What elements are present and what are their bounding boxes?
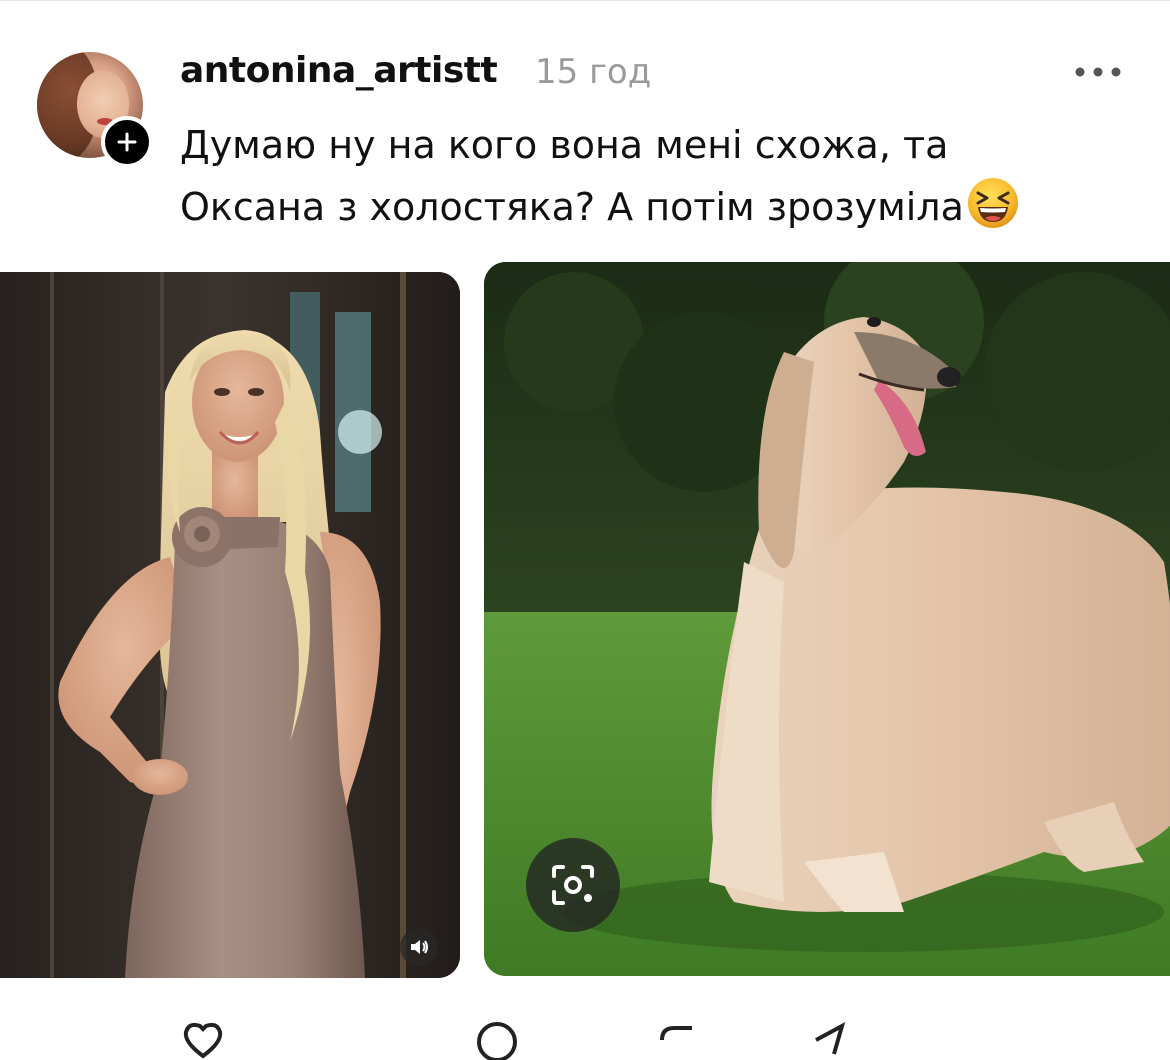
post-timestamp: 15 год (535, 52, 652, 92)
visual-search-button[interactable] (526, 838, 620, 932)
sound-toggle-button[interactable] (400, 928, 438, 966)
comment-icon[interactable] (474, 1020, 520, 1060)
speaker-icon (411, 940, 428, 954)
visual-search-icon (552, 865, 594, 905)
plus-icon (117, 132, 137, 152)
author-avatar-container[interactable] (37, 52, 153, 168)
post-media-image-1[interactable] (0, 272, 460, 978)
follow-button[interactable] (101, 116, 153, 168)
caption-line-1: Думаю ну на кого вона мені схожа, та (180, 123, 949, 167)
post-actions-row (0, 1010, 1170, 1060)
grinning-squinting-face-emoji-icon (967, 178, 1018, 228)
caption-line-2-text: Оксана з холостяка? А потім зрозуміла (180, 185, 964, 229)
heart-icon[interactable] (180, 1020, 226, 1060)
post-caption: Думаю ну на кого вона мені схожа, та Окс… (180, 114, 1140, 238)
woman-in-satin-dress-photo (0, 272, 460, 978)
caption-line-2: Оксана з холостяка? А потім зрозуміла (180, 176, 1140, 238)
more-options-icon[interactable] (1074, 60, 1122, 84)
repost-icon[interactable] (654, 1020, 700, 1060)
share-icon[interactable] (806, 1020, 852, 1060)
top-divider (0, 0, 1170, 1)
post-author-username[interactable]: antonina_artistt (180, 50, 498, 91)
